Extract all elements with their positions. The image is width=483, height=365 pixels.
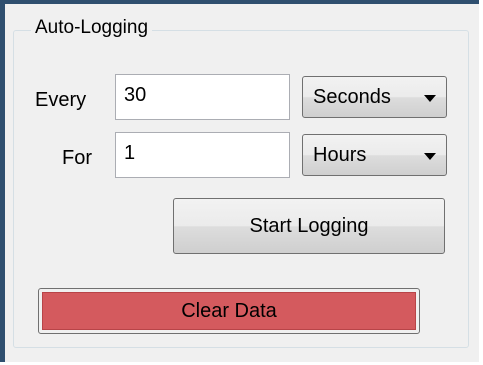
duration-value: 1	[124, 142, 136, 164]
start-logging-button[interactable]: Start Logging	[173, 198, 445, 254]
chevron-down-icon	[424, 95, 436, 102]
duration-unit-select[interactable]: Hours	[302, 134, 447, 176]
every-interval-value: 30	[124, 84, 147, 106]
start-logging-label: Start Logging	[249, 214, 369, 237]
duration-unit-value: Hours	[313, 144, 367, 166]
clear-data-face: Clear Data	[42, 292, 416, 330]
for-label: For	[62, 147, 92, 169]
clear-data-button[interactable]: Clear Data	[38, 288, 420, 334]
chevron-down-icon	[424, 153, 436, 160]
every-unit-value: Seconds	[313, 86, 391, 108]
groupbox-title: Auto-Logging	[31, 16, 153, 40]
duration-input[interactable]: 1	[115, 132, 290, 178]
every-unit-select[interactable]: Seconds	[302, 76, 447, 118]
clear-data-label: Clear Data	[181, 299, 277, 322]
every-label: Every	[35, 89, 87, 111]
every-interval-input[interactable]: 30	[115, 74, 290, 120]
